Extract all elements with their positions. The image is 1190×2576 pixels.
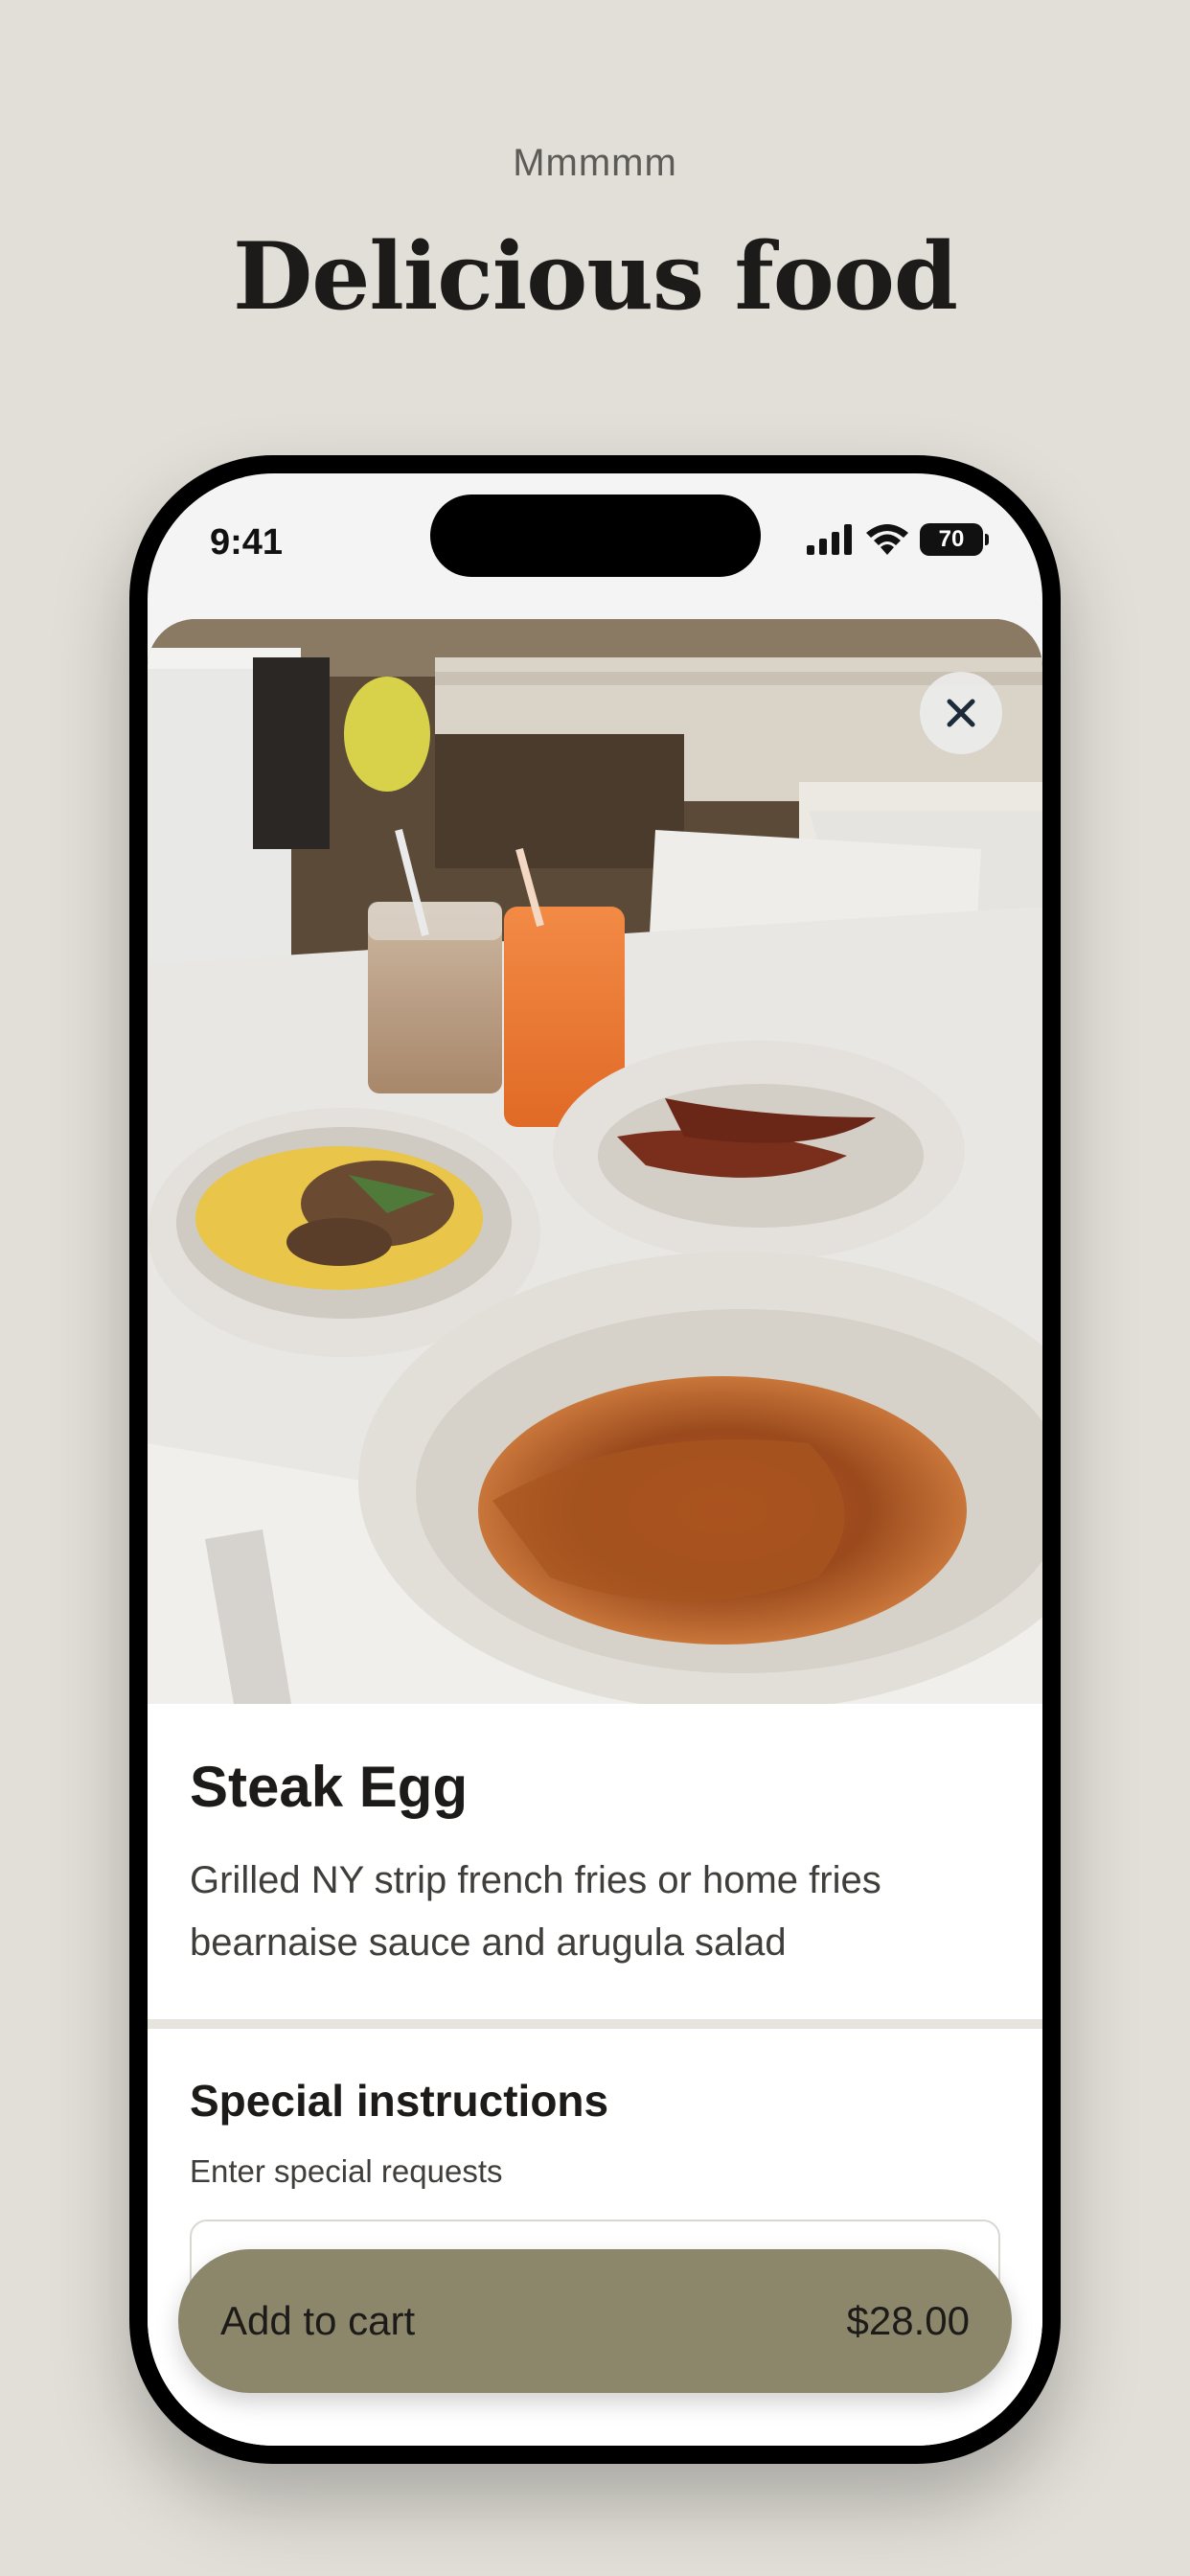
battery-indicator: 70 <box>920 523 989 556</box>
item-description: Grilled NY strip french fries or home fr… <box>190 1859 881 1964</box>
item-title: Steak Egg <box>190 1755 469 1819</box>
phone-screen: 9:41 70 Steak Egg Grilled NY strip frenc… <box>148 473 1042 2446</box>
status-bar: 9:41 70 <box>148 473 1042 617</box>
wifi-icon <box>866 524 908 555</box>
close-icon <box>947 699 975 727</box>
page-headline: Delicious food <box>233 222 958 331</box>
status-icons: 70 <box>807 523 989 556</box>
section-divider <box>148 2019 1042 2029</box>
add-to-cart-button[interactable]: Add to cart $28.00 <box>178 2249 1012 2393</box>
page-eyebrow: Mmmmm <box>513 142 677 184</box>
status-time: 9:41 <box>210 522 284 563</box>
instructions-title: Special instructions <box>190 2076 609 2126</box>
signal-icon <box>807 524 852 555</box>
food-photo <box>148 619 1042 1704</box>
close-button[interactable] <box>920 672 1002 754</box>
cart-price: $28.00 <box>846 2298 970 2343</box>
instructions-subtitle: Enter special requests <box>190 2153 503 2189</box>
dynamic-island <box>430 494 761 577</box>
add-to-cart-label: Add to cart <box>220 2298 416 2343</box>
